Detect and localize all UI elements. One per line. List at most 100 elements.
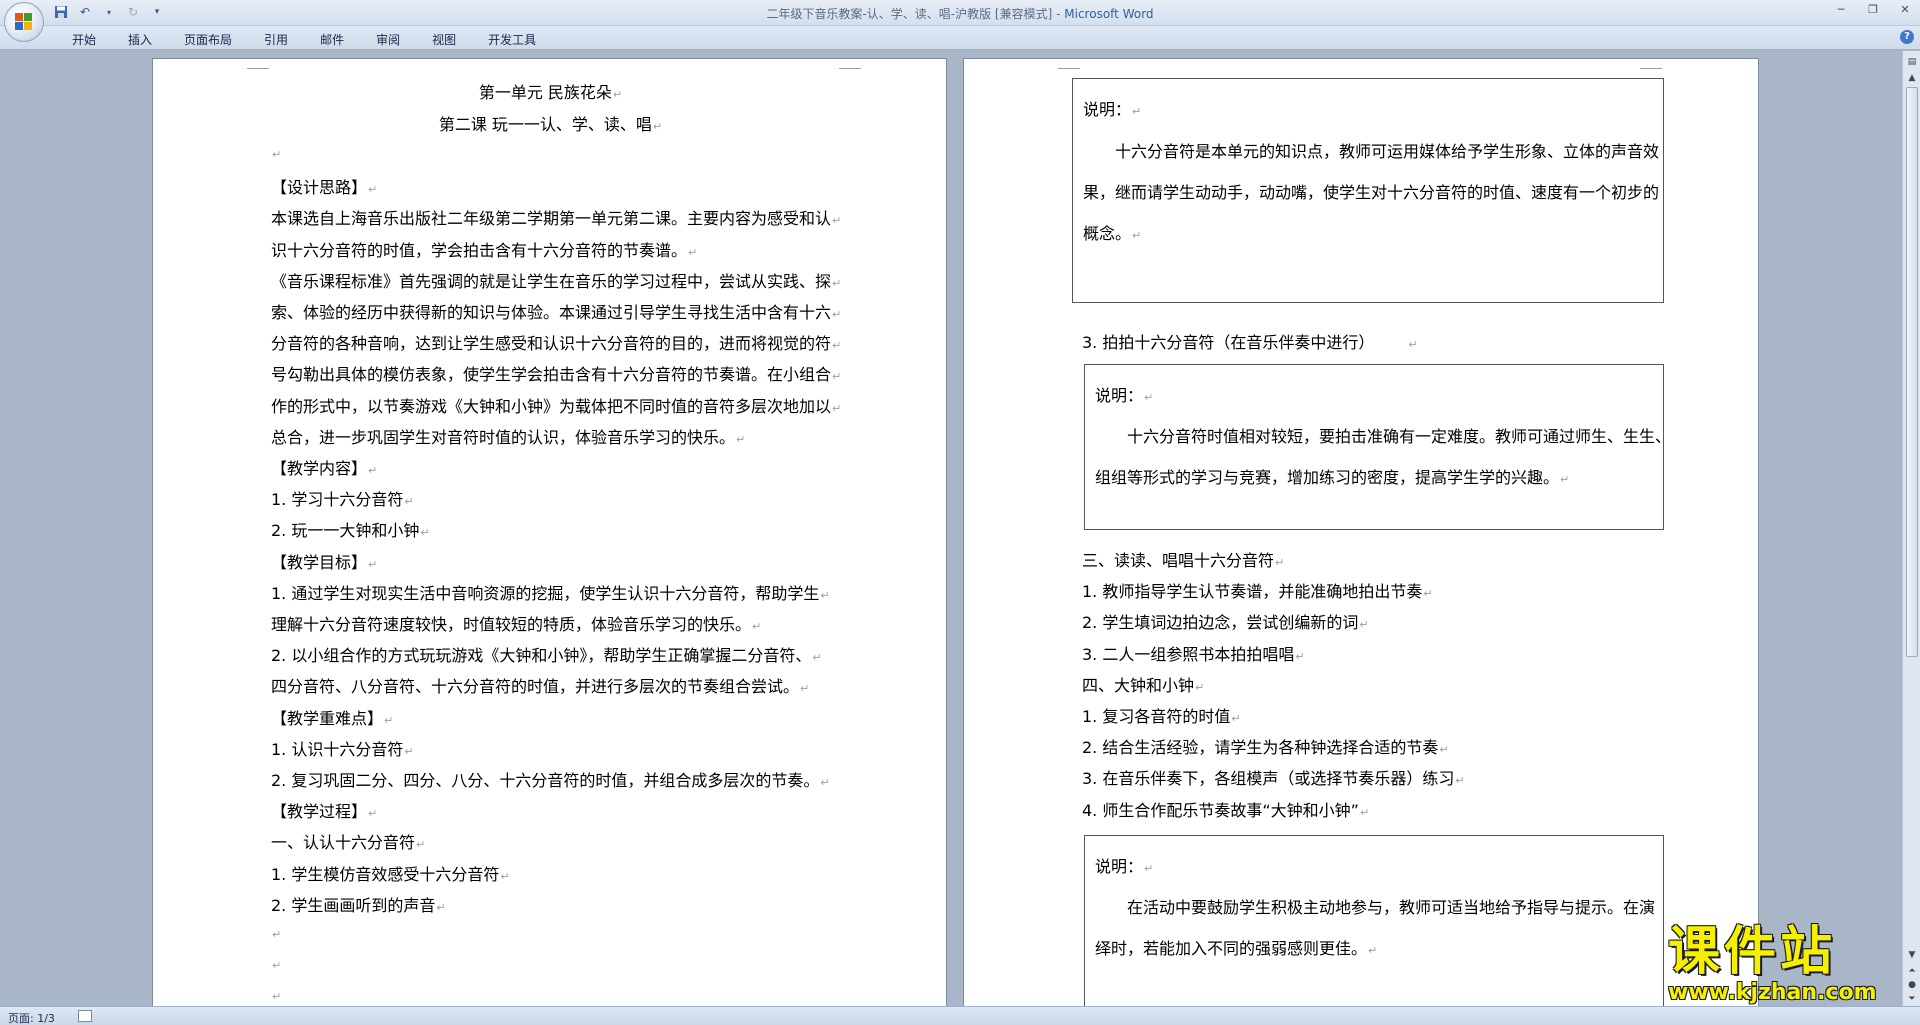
body-line: 2. 学生填词边拍边念，尝试创编新的词↵ — [1082, 613, 1369, 633]
note-label-text: 说明： — [1083, 100, 1132, 119]
body-line: 识十六分音符的时值，学会拍击含有十六分音符的节奏谱。↵ — [271, 240, 698, 260]
page-count[interactable]: 页面: 1/3 — [8, 1010, 55, 1025]
help-icon[interactable]: ? — [1900, 30, 1914, 44]
tab-references[interactable]: 引用 — [252, 30, 300, 50]
body-line: 【教学过程】↵ — [271, 802, 378, 822]
ribbon: 开始 插入 页面布局 引用 邮件 审阅 视图 开发工具 ? — [0, 26, 1920, 50]
page-2[interactable]: 说明：↵ 十六分音符是本单元的知识点，教师可运用媒体给予学生形象、立体的声音效 … — [963, 58, 1759, 1006]
body-line-text: 2. 以小组合作的方式玩玩游戏《大钟和小钟》，帮助学生正确掌握二分音符、 — [271, 646, 812, 666]
body-line-text: 4. 师生合作配乐节奏故事“大钟和小钟” — [1082, 800, 1359, 820]
body-line-text: 3. 在音乐伴奏下，各组模声（或选择节奏乐器）练习 — [1082, 769, 1455, 789]
scroll-up-icon[interactable]: ▲ — [1905, 71, 1919, 85]
title-bar: ↶ ▾ ↻ ▾ 二年级下音乐教案-认、学、读、唱-沪教版 [兼容模式] - Mi… — [0, 0, 1920, 26]
body-line: ↵ — [272, 959, 282, 973]
body-line-text: 1. 教师指导学生认节奏谱，并能准确地拍出节奏 — [1082, 582, 1423, 602]
app-name: Microsoft Word — [1064, 7, 1154, 21]
body-line-text: 索、体验的经历中获得新的知识与体验。本课通过引导学生寻找生活中含有十六 — [271, 303, 832, 322]
office-logo-icon — [15, 13, 33, 31]
tab-view[interactable]: 视图 — [420, 30, 468, 50]
body-line: 2. 以小组合作的方式玩玩游戏《大钟和小钟》，帮助学生正确掌握二分音符、↵ — [271, 646, 822, 666]
margin-corner-mark — [1640, 59, 1662, 69]
lesson-title-text: 第二课 玩一一认、学、读、唱 — [438, 115, 652, 134]
body-line-text: 1. 认识十六分音符 — [271, 739, 404, 759]
body-line-text: 【教学内容】 — [271, 459, 368, 478]
note-box-2: 说明：↵ 十六分音符时值相对较短，要拍击准确有一定难度。教师可通过师生、生生、 … — [1084, 364, 1671, 530]
body-line: 2. 玩一一大钟和小钟↵ — [271, 521, 430, 541]
body-line: 四、大钟和小钟↵ — [1082, 675, 1205, 695]
unit-title-text: 第一单元 民族花朵 — [478, 83, 612, 102]
body-line: 1. 学生模仿音效感受十六分音符↵ — [271, 864, 510, 884]
body-line-text: 总合，进一步巩固学生对音符时值的认识，体验音乐学习的快乐。 — [271, 427, 736, 447]
body-line: 1. 复习各音符的时值↵ — [1082, 707, 1241, 726]
body-line: 【教学重难点】↵ — [271, 708, 394, 728]
tab-mailings[interactable]: 邮件 — [308, 30, 356, 50]
tab-developer[interactable]: 开发工具 — [476, 30, 548, 50]
note-line: 果，继而请学生动动手，动动嘴，使学生对十六分音符的时值、速度有一个初步的 — [1083, 179, 1659, 203]
note-box-3: 说明：↵ 在活动中要鼓励学生积极主动地参与，教师可适当地给予指导与提示。在演 绎… — [1084, 835, 1664, 1006]
body-line-text: 识十六分音符的时值，学会拍击含有十六分音符的节奏谱。 — [271, 240, 688, 260]
watermark-text: 课件站 — [1668, 922, 1837, 982]
body-line: 四分音符、八分音符、十六分音符的时值，并进行多层次的节奏组合尝试。↵ — [271, 677, 810, 697]
tab-insert[interactable]: 插入 — [116, 30, 164, 50]
note-line-text: 十六分音符时值相对较短，要拍击准确有一定难度。教师可通过师生、生生、 — [1127, 427, 1672, 446]
body-line: 号勾勒出具体的模仿表象，使学生学会拍击含有十六分音符的节奏谱。在小组合↵ — [271, 365, 842, 385]
body-line-text: 1. 复习各音符的时值 — [1082, 707, 1231, 726]
tab-review[interactable]: 审阅 — [364, 30, 412, 50]
body-line: 作的形式中，以节奏游戏《大钟和小钟》为载体把不同时值的音符多层次地加以↵ — [271, 396, 842, 416]
document-title: 二年级下音乐教案-认、学、读、唱-沪教版 [兼容模式] - — [766, 7, 1065, 21]
ruler-toggle-icon[interactable]: ▤ — [1905, 55, 1919, 69]
body-line-text: 《音乐课程标准》首先强调的就是让学生在音乐的学习过程中，尝试从实践、探 — [271, 271, 832, 291]
note-box-1: 说明：↵ 十六分音符是本单元的知识点，教师可运用媒体给予学生形象、立体的声音效 … — [1072, 78, 1664, 303]
watermark-logo: 课件站 www.kjzhan.com — [1668, 922, 1912, 1005]
body-line-text: 2. 学生画画听到的声音 — [271, 895, 436, 915]
watermark-url: www.kjzhan.com — [1668, 980, 1877, 1005]
note-label-text: 说明： — [1095, 857, 1144, 876]
note-line: 概念。↵ — [1083, 224, 1142, 243]
tab-page-layout[interactable]: 页面布局 — [172, 30, 244, 50]
body-line: 【设计思路】↵ — [271, 178, 378, 198]
body-line: 3. 二人一组参照书本拍拍唱唱↵ — [1082, 644, 1305, 664]
close-icon[interactable]: ✕ — [1896, 2, 1914, 18]
note-line-text: 绎时，若能加入不同的强弱感则更佳。 — [1095, 939, 1368, 958]
step-3-line: 3. 拍拍十六分音符（在音乐伴奏中进行） ↵ — [1082, 333, 1418, 352]
vertical-scrollbar[interactable]: ▤ ▲ ▼ ⏶ ● ⏷ — [1902, 51, 1920, 1006]
note-line: 十六分音符时值相对较短，要拍击准确有一定难度。教师可通过师生、生生、 — [1127, 423, 1671, 447]
body-line-text: 本课选自上海音乐出版社二年级第二学期第一单元第二课。主要内容为感受和认 — [271, 209, 832, 229]
body-line-text: 一、认认十六分音符 — [271, 833, 416, 853]
body-line: 总合，进一步巩固学生对音符时值的认识，体验音乐学习的快乐。↵ — [271, 427, 746, 447]
body-line-text: 2. 玩一一大钟和小钟 — [271, 521, 420, 541]
body-line-text: 【设计思路】 — [271, 178, 368, 198]
body-line-text: 【教学目标】 — [271, 552, 368, 572]
body-line: 理解十六分音符速度较快，时值较短的特质，体验音乐学习的快乐。↵ — [271, 615, 762, 634]
body-line-text: 分音符的各种音响，达到让学生感受和认识十六分音符的目的，进而将视觉的符 — [271, 334, 832, 354]
note-line: 组组等形式的学习与竞赛，增加练习的密度，提高学生学的兴趣。↵ — [1095, 468, 1570, 487]
margin-corner-mark — [839, 59, 861, 69]
restore-icon[interactable]: ❐ — [1864, 2, 1882, 18]
body-line: 4. 师生合作配乐节奏故事“大钟和小钟”↵ — [1082, 800, 1370, 820]
note-line-text: 组组等形式的学习与竞赛，增加练习的密度，提高学生学的兴趣。 — [1095, 468, 1560, 487]
body-line-text: 【教学过程】 — [271, 802, 368, 822]
margin-corner-mark — [247, 59, 269, 69]
tab-home[interactable]: 开始 — [60, 30, 108, 50]
note-line-text: 果，继而请学生动动手，动动嘴，使学生对十六分音符的时值、速度有一个初步的 — [1083, 183, 1660, 202]
body-line-text: 作的形式中，以节奏游戏《大钟和小钟》为载体把不同时值的音符多层次地加以 — [271, 396, 832, 416]
window-controls: ─ ❐ ✕ — [1832, 2, 1914, 18]
office-button[interactable] — [4, 2, 44, 42]
note-label-text: 说明： — [1095, 386, 1144, 405]
body-line: 1. 教师指导学生认节奏谱，并能准确地拍出节奏↵ — [1082, 582, 1433, 602]
page-1[interactable]: 第一单元 民族花朵↵ 第二课 玩一一认、学、读、唱 ↵ ↵ 【设计思路】↵ 本课选自上… — [152, 58, 947, 1006]
note-line: 绎时，若能加入不同的强弱感则更佳。↵ — [1095, 939, 1378, 958]
scroll-thumb[interactable] — [1906, 87, 1918, 657]
body-line-text: 1. 通过学生对现实生活中音响资源的挖掘，使学生认识十六分音符，帮助学生 — [271, 583, 820, 603]
body-line-text: 3. 二人一组参照书本拍拍唱唱 — [1082, 644, 1295, 664]
ribbon-tabs: 开始 插入 页面布局 引用 邮件 审阅 视图 开发工具 — [60, 30, 556, 50]
note-label: 说明：↵ — [1095, 386, 1154, 405]
unit-title: 第一单元 民族花朵↵ — [478, 83, 623, 102]
body-line: ↵ — [272, 928, 282, 941]
body-line-text: 理解十六分音符速度较快，时值较短的特质，体验音乐学习的快乐。 — [271, 615, 752, 634]
note-line-text: 十六分音符是本单元的知识点，教师可运用媒体给予学生形象、立体的声音效 — [1115, 142, 1660, 161]
proofing-icon[interactable] — [78, 1010, 92, 1022]
minimize-icon[interactable]: ─ — [1832, 2, 1850, 18]
note-line-text: 概念。 — [1083, 224, 1132, 243]
body-line: 2. 学生画画听到的声音↵ — [271, 895, 446, 915]
